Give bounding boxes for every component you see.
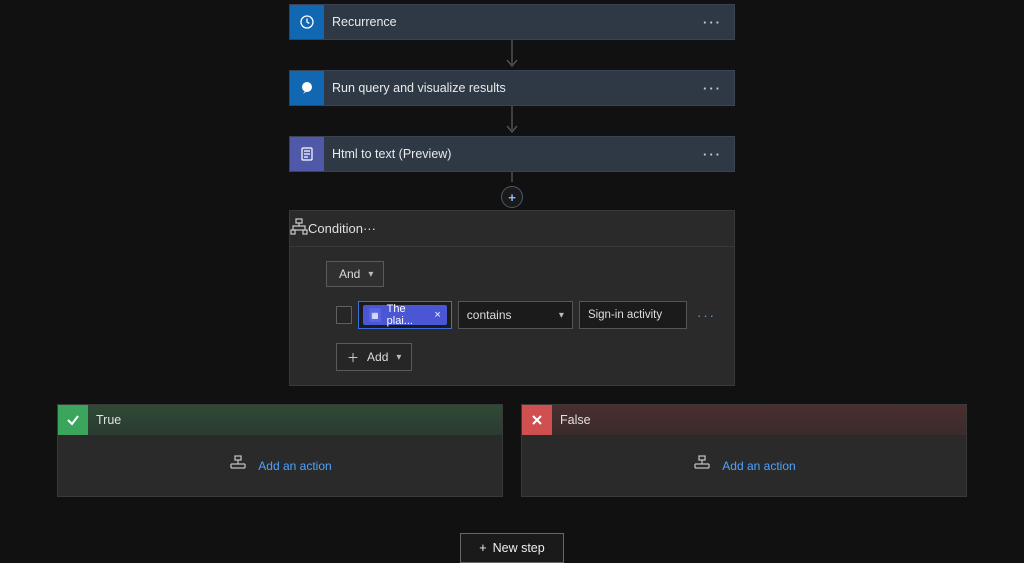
more-icon[interactable]: ··· xyxy=(363,221,376,236)
new-step-row: + New step xyxy=(0,533,1024,563)
new-step-label: New step xyxy=(493,541,545,555)
connector-with-insert: + xyxy=(501,172,523,210)
group-operator-label: And xyxy=(339,267,360,281)
more-icon[interactable]: ··· xyxy=(691,147,734,162)
rule-more-button[interactable]: ··· xyxy=(693,308,720,323)
rule-value-input[interactable]: Sign-in activity xyxy=(579,301,687,329)
flow-canvas: Recurrence ··· Run query and visualize r… xyxy=(0,0,1024,563)
dynamic-token: ▦ The plai... × xyxy=(363,305,447,325)
branch-true-label: True xyxy=(88,413,121,427)
condition-branches: True Add an action False xyxy=(57,404,967,497)
branch-true-body: Add an action xyxy=(58,435,502,496)
step-html-to-text[interactable]: Html to text (Preview) ··· xyxy=(289,136,735,172)
branch-add-icon xyxy=(692,455,712,476)
add-label: Add xyxy=(367,350,388,364)
add-action-true[interactable]: Add an action xyxy=(228,455,331,476)
clock-icon xyxy=(290,5,324,39)
branch-false-header[interactable]: False xyxy=(522,405,966,435)
close-icon xyxy=(522,405,552,435)
condition-icon xyxy=(290,218,308,239)
add-action-false[interactable]: Add an action xyxy=(692,455,795,476)
add-action-label: Add an action xyxy=(722,459,795,473)
insert-step-button[interactable]: + xyxy=(501,186,523,208)
rule-operator-dropdown[interactable]: contains ▾ xyxy=(458,301,573,329)
more-icon[interactable]: ··· xyxy=(691,15,734,30)
check-icon xyxy=(58,405,88,435)
condition-header[interactable]: Condition ··· xyxy=(290,211,734,247)
connector-arrow xyxy=(504,172,520,184)
plus-icon: + xyxy=(479,541,486,555)
branch-true: True Add an action xyxy=(57,404,503,497)
rule-checkbox[interactable] xyxy=(336,306,352,324)
branch-true-header[interactable]: True xyxy=(58,405,502,435)
step-title: Html to text (Preview) xyxy=(324,147,691,161)
step-title: Run query and visualize results xyxy=(324,81,691,95)
step-title: Recurrence xyxy=(324,15,691,29)
connector-arrow xyxy=(504,40,520,70)
document-icon xyxy=(290,137,324,171)
step-run-query[interactable]: Run query and visualize results ··· xyxy=(289,70,735,106)
rule-value: Sign-in activity xyxy=(588,309,662,321)
operator-label: contains xyxy=(467,308,512,322)
group-operator-dropdown[interactable]: And ▾ xyxy=(326,261,384,287)
remove-token-button[interactable]: × xyxy=(432,309,440,321)
branch-false-label: False xyxy=(552,413,591,427)
rule-left-operand[interactable]: ▦ The plai... × xyxy=(358,301,452,329)
condition-rule-row: ▦ The plai... × contains ▾ Sign-in activ… xyxy=(336,301,720,329)
branch-add-icon xyxy=(228,455,248,476)
more-icon[interactable]: ··· xyxy=(691,81,734,96)
chevron-down-icon: ▾ xyxy=(559,310,564,321)
new-step-button[interactable]: + New step xyxy=(460,533,563,563)
step-condition: Condition ··· And ▾ ▦ The plai... × con xyxy=(289,210,735,386)
chat-bubble-icon xyxy=(290,71,324,105)
branch-false-body: Add an action xyxy=(522,435,966,496)
chevron-down-icon: ▾ xyxy=(396,352,401,363)
step-recurrence[interactable]: Recurrence ··· xyxy=(289,4,735,40)
branch-false: False Add an action xyxy=(521,404,967,497)
condition-body: And ▾ ▦ The plai... × contains ▾ xyxy=(290,247,734,385)
plus-icon: ＋ xyxy=(347,349,359,366)
chevron-down-icon: ▾ xyxy=(368,269,373,280)
token-source-icon: ▦ xyxy=(369,308,381,322)
token-label: The plai... xyxy=(387,303,427,327)
connector-arrow xyxy=(504,106,520,136)
add-rule-button[interactable]: ＋ Add ▾ xyxy=(336,343,412,371)
add-action-label: Add an action xyxy=(258,459,331,473)
condition-title: Condition xyxy=(308,221,363,236)
